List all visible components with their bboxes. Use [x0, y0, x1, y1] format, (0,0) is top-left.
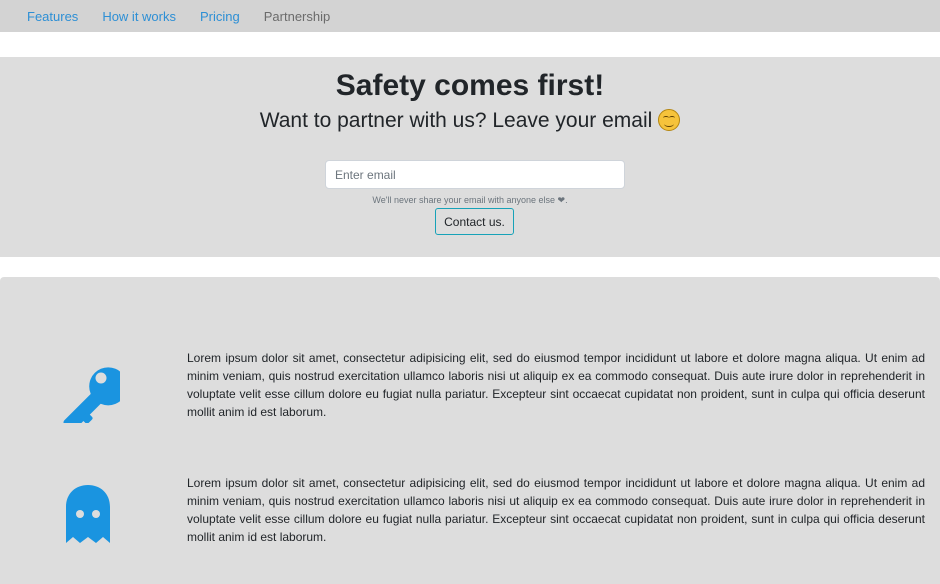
hero-subtitle-text: Want to partner with us? Leave your emai…	[259, 109, 653, 132]
feature-text: Lorem ipsum dolor sit amet, consectetur …	[187, 476, 925, 544]
feature-text: Lorem ipsum dolor sit amet, consectetur …	[187, 351, 925, 419]
smiling-face-icon	[658, 109, 681, 131]
nav-link-partnership[interactable]: Partnership	[264, 9, 330, 24]
nav-link-pricing[interactable]: Pricing	[200, 9, 240, 24]
contact-us-button[interactable]: Contact us.	[435, 208, 514, 235]
email-help-text: We'll never share your email with anyone…	[372, 195, 568, 205]
nav-link-features[interactable]: Features	[27, 9, 78, 24]
hero-subtitle: Want to partner with us? Leave your emai…	[0, 109, 940, 133]
features-section: Lorem ipsum dolor sit amet, consectetur …	[0, 277, 940, 584]
ghost-icon	[66, 485, 110, 543]
email-input[interactable]	[325, 160, 625, 189]
key-icon	[63, 367, 120, 423]
nav-link-how-it-works[interactable]: How it works	[102, 9, 176, 24]
top-navbar: Features How it works Pricing Partnershi…	[0, 0, 940, 32]
hero-title: Safety comes first!	[335, 69, 605, 102]
partnership-hero: Safety comes first! Want to partner with…	[0, 57, 940, 257]
